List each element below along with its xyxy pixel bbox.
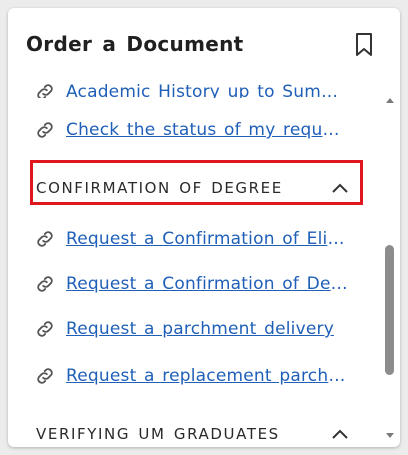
link-label[interactable]: Academic History up to Summe... (66, 82, 348, 98)
link-label[interactable]: Check the status of my request... (66, 120, 348, 140)
link-icon (34, 318, 56, 340)
chevron-up-icon[interactable] (330, 427, 350, 441)
section-heading-verifying: VERIFYING UM GRADUATES (36, 425, 280, 443)
link-label[interactable]: Request a Confirmation of Eligi... (66, 229, 348, 249)
bookmark-icon[interactable] (353, 32, 375, 58)
highlight-box (30, 160, 363, 205)
link-academic-history[interactable]: Academic History up to Summe... (34, 78, 348, 98)
scroll-up-arrow-icon[interactable] (385, 96, 395, 104)
link-confirmation-eligibility[interactable]: Request a Confirmation of Eligi... (34, 225, 348, 253)
link-icon (34, 365, 56, 387)
link-label[interactable]: Request a Confirmation of Deg... (66, 274, 348, 294)
order-document-panel: Order a Document Academic History up to … (8, 8, 400, 447)
link-label[interactable]: Request a replacement parchm... (66, 366, 348, 386)
link-icon (34, 228, 56, 250)
link-icon (34, 273, 56, 295)
link-label[interactable]: Request a parchment delivery (66, 319, 348, 339)
link-check-status[interactable]: Check the status of my request... (34, 116, 348, 144)
link-icon (34, 119, 56, 141)
scroll-clip: Academic History up to Summe... (8, 68, 400, 98)
link-parchment-delivery[interactable]: Request a parchment delivery (34, 315, 348, 343)
scroll-down-arrow-icon[interactable] (385, 432, 395, 440)
link-icon (34, 81, 56, 98)
panel-title: Order a Document (26, 32, 244, 56)
link-confirmation-degree[interactable]: Request a Confirmation of Deg... (34, 270, 348, 298)
scrollbar-thumb[interactable] (385, 245, 394, 375)
link-replacement-parchment[interactable]: Request a replacement parchm... (34, 362, 348, 390)
